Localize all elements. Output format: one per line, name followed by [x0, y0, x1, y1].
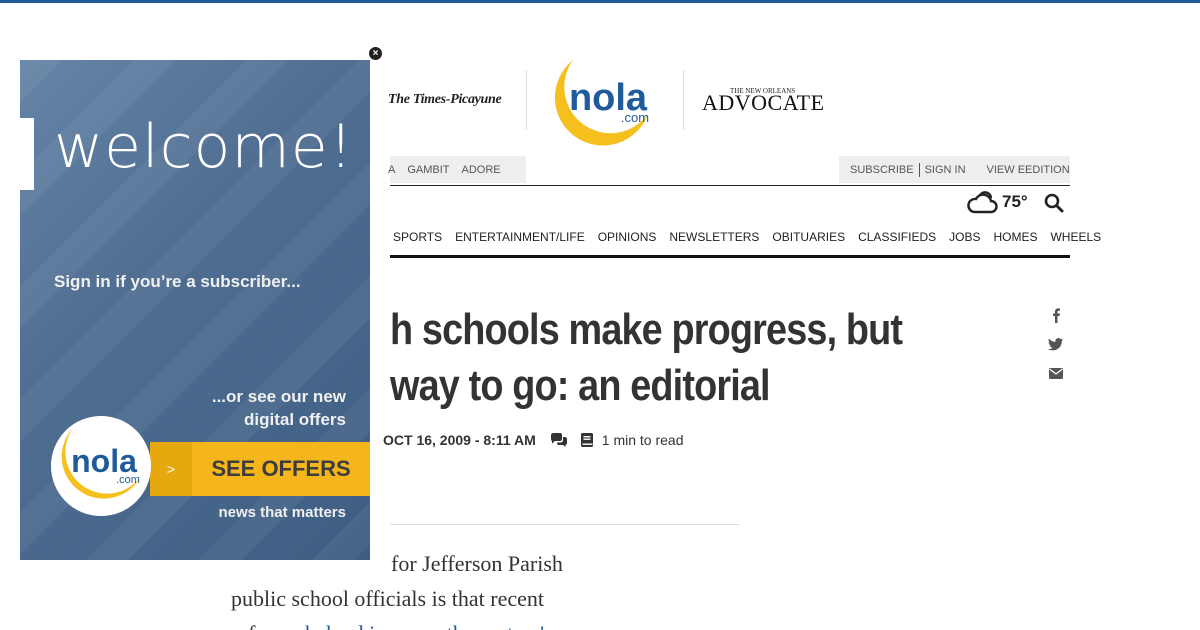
- publish-date: OCT 16, 2009 - 8:11 AM: [383, 432, 536, 448]
- nav-item-classifieds[interactable]: CLASSIFIEDS: [858, 230, 936, 250]
- weather-widget[interactable]: 75°: [966, 190, 1028, 214]
- ad-offers-text: ...or see our new digital offers: [212, 385, 346, 431]
- nav-item-opinions[interactable]: OPINIONS: [598, 230, 657, 250]
- body-line: public school officials is that recent: [231, 586, 545, 611]
- account-links: SUBSCRIBE SIGN IN VIEW EEDITION: [839, 156, 1070, 183]
- partner-link-adore[interactable]: ADORE: [462, 164, 501, 176]
- comments-icon[interactable]: [550, 432, 568, 448]
- cloud-icon: [967, 191, 998, 214]
- ad-offers-line: ...or see our new: [211, 387, 346, 406]
- view-eedition-link[interactable]: VIEW EEDITION: [987, 164, 1070, 176]
- see-offers-label: SEE OFFERS: [211, 456, 351, 481]
- main-nav: SPORTS ENTERTAINMENT/LIFE OPINIONS NEWSL…: [390, 230, 1101, 250]
- divider: [390, 255, 1070, 258]
- article-headline: h schools make progress, but way to go: …: [390, 302, 923, 414]
- advocate-logo-text: ADVOCATE: [702, 90, 825, 115]
- headline-line: way to go: an editorial: [390, 361, 771, 410]
- body-line: reforms helped increase the system's: [231, 616, 631, 630]
- nav-item-obituaries[interactable]: OBITUARIES: [772, 230, 845, 250]
- facebook-icon[interactable]: [1048, 307, 1064, 323]
- body-text: reforms: [231, 621, 305, 630]
- ad-nola-logo: nola .com: [51, 416, 151, 516]
- ad-nola-logo-sub: .com: [116, 474, 140, 486]
- nav-item-entertainment[interactable]: ENTERTAINMENT/LIFE: [455, 230, 585, 250]
- nav-item-homes[interactable]: HOMES: [993, 230, 1037, 250]
- divider: [390, 185, 1070, 186]
- ad-offers-line: digital offers: [243, 410, 346, 429]
- ad-welcome-title: welcome!: [54, 112, 354, 182]
- nav-item-sports[interactable]: SPORTS: [393, 230, 442, 250]
- article-meta: OCT 16, 2009 - 8:11 AM 1 min to read: [383, 432, 684, 448]
- article-link[interactable]: helped increase the system's: [305, 621, 553, 630]
- ad-accent-bar: [20, 118, 34, 190]
- nav-item-jobs[interactable]: JOBS: [949, 230, 980, 250]
- nola-logo-sub: .com: [621, 110, 649, 125]
- partner-link-gambit[interactable]: GAMBIT: [407, 164, 449, 176]
- read-time: 1 min to read: [601, 432, 684, 448]
- partner-links: A GAMBIT ADORE: [388, 156, 526, 183]
- partner-link[interactable]: A: [388, 164, 395, 176]
- ad-sign-in-link[interactable]: Sign in if you’re a subscriber...: [54, 272, 301, 292]
- book-icon: [580, 433, 593, 447]
- top-accent-bar: [0, 0, 1200, 3]
- twitter-icon[interactable]: [1048, 336, 1064, 352]
- close-icon[interactable]: ×: [368, 46, 383, 61]
- times-picayune-logo[interactable]: The Times-Picayune: [388, 92, 502, 108]
- nav-item-newsletters[interactable]: NEWSLETTERS: [669, 230, 759, 250]
- nola-logo[interactable]: nola .com: [548, 52, 658, 156]
- divider: [918, 162, 920, 177]
- masthead-divider: [526, 70, 527, 130]
- headline-line: h schools make progress, but: [390, 305, 903, 354]
- chevron-right-icon: >: [150, 442, 192, 496]
- search-icon[interactable]: [1044, 193, 1064, 213]
- subscribe-link[interactable]: SUBSCRIBE: [850, 164, 914, 176]
- email-icon[interactable]: [1048, 365, 1064, 381]
- ad-tagline: news that matters: [218, 504, 346, 521]
- divider: [390, 524, 740, 525]
- welcome-overlay-ad[interactable]: welcome! Sign in if you’re a subscriber.…: [20, 60, 370, 560]
- see-offers-button[interactable]: > SEE OFFERS: [150, 442, 370, 496]
- sign-in-link[interactable]: SIGN IN: [925, 164, 966, 176]
- temperature: 75°: [1002, 192, 1028, 211]
- masthead-divider: [683, 70, 684, 130]
- nav-item-wheels[interactable]: WHEELS: [1050, 230, 1101, 250]
